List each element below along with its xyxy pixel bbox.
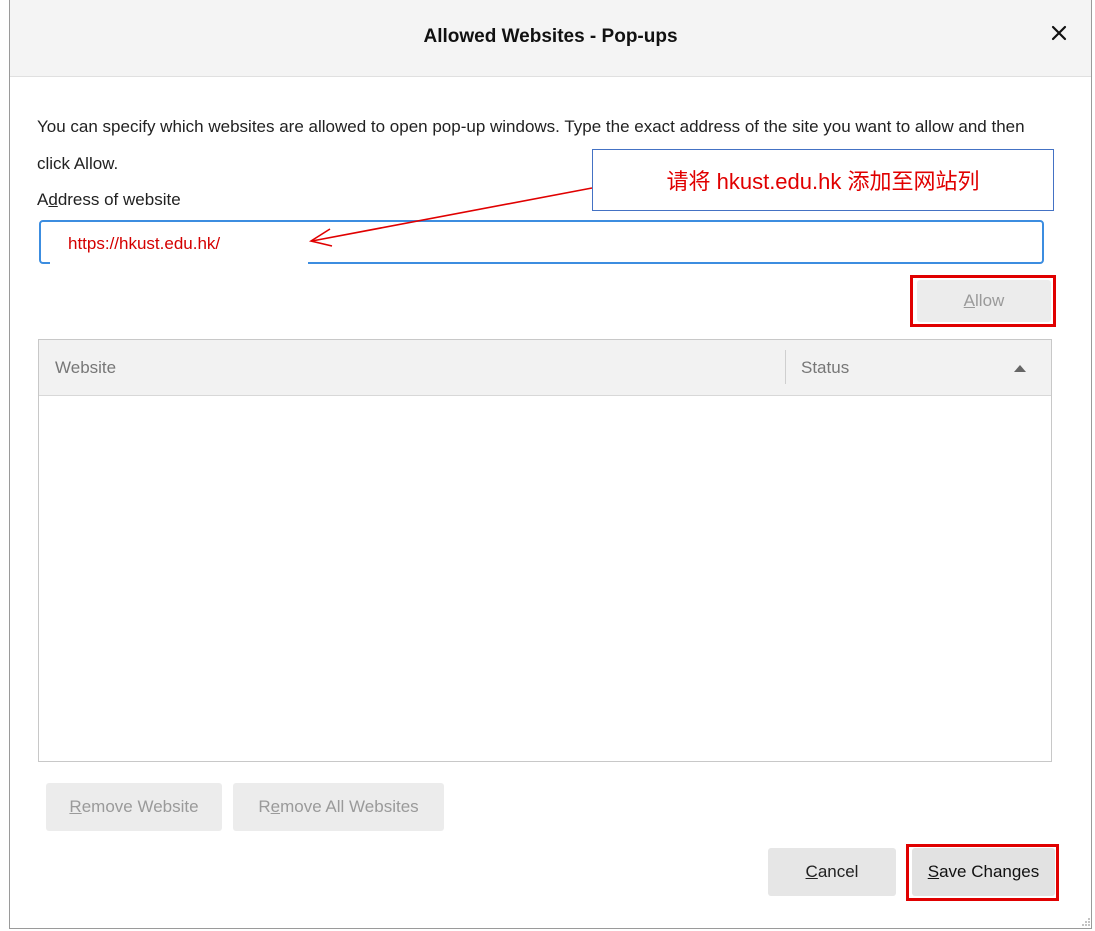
column-website[interactable]: Website: [55, 358, 116, 378]
sort-ascending-icon: [1014, 365, 1026, 372]
dialog-title: Allowed Websites - Pop-ups: [423, 26, 678, 47]
allow-button[interactable]: Allow: [917, 280, 1051, 322]
close-button[interactable]: [1045, 19, 1073, 47]
annotation-callout: 请将 hkust.edu.hk 添加至网站列: [592, 149, 1054, 211]
address-value[interactable]: https://hkust.edu.hk/: [50, 222, 308, 266]
close-icon: [1051, 25, 1067, 41]
annotation-arrow: [308, 187, 593, 247]
save-changes-button[interactable]: Save Changes: [912, 848, 1055, 896]
column-status[interactable]: Status: [801, 358, 849, 378]
resize-grip-icon[interactable]: [1081, 917, 1091, 927]
table-body: [39, 396, 1051, 761]
address-label: Address of website: [37, 190, 181, 209]
column-divider: [785, 350, 786, 384]
websites-table[interactable]: Website Status: [38, 339, 1052, 762]
title-bar: Allowed Websites - Pop-ups: [10, 0, 1091, 77]
table-header: Website Status: [39, 340, 1051, 396]
remove-all-websites-button[interactable]: Re move All Websites: [233, 783, 444, 831]
remove-website-button[interactable]: Remove Website: [46, 783, 222, 831]
cancel-button[interactable]: Cancel: [768, 848, 896, 896]
